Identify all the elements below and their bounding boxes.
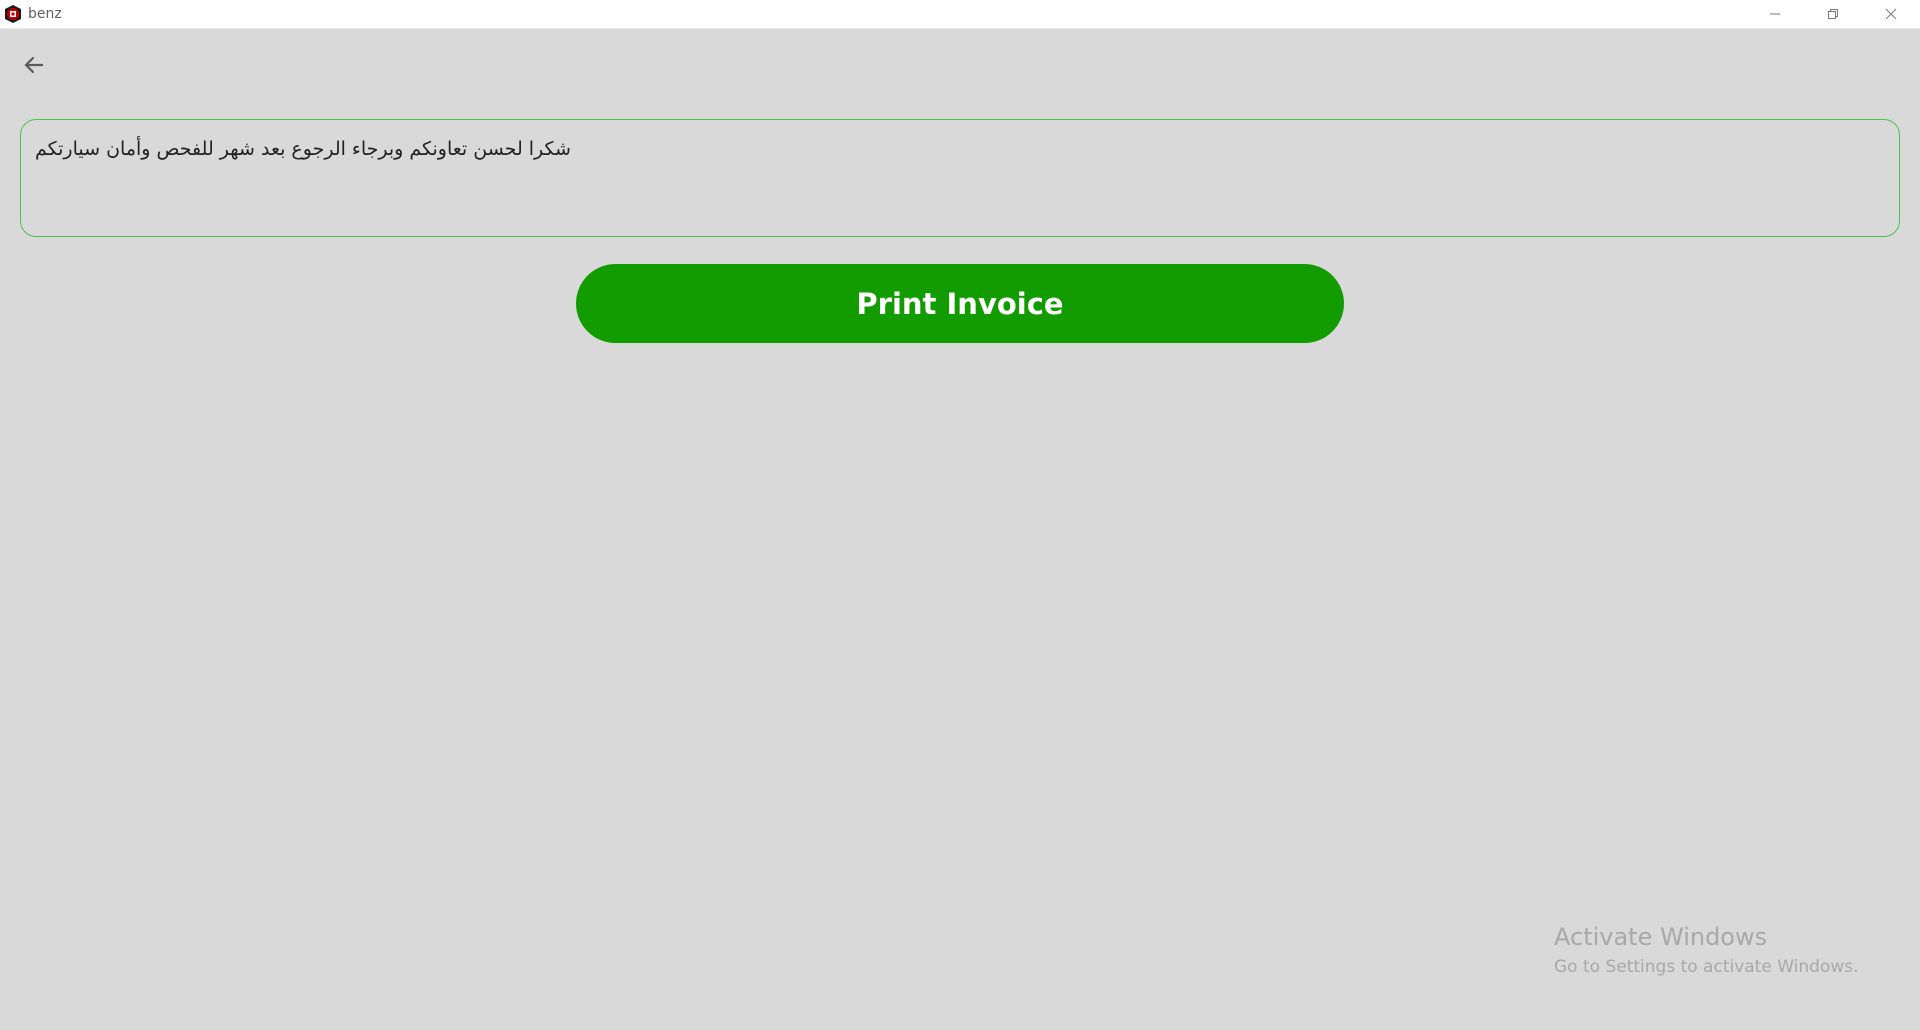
main-content: شكرا لحسن تعاونكم وبرجاء الرجوع بعد شهر …	[0, 29, 1920, 1030]
minimize-icon	[1770, 13, 1780, 15]
restore-button[interactable]	[1804, 0, 1862, 28]
window-controls	[1746, 0, 1920, 28]
invoice-message-text: شكرا لحسن تعاونكم وبرجاء الرجوع بعد شهر …	[35, 138, 571, 160]
restore-icon	[1828, 9, 1838, 19]
window-title: benz	[28, 6, 62, 22]
close-icon	[1885, 8, 1897, 20]
arrow-left-icon	[24, 56, 44, 74]
watermark-subtitle: Go to Settings to activate Windows.	[1554, 957, 1859, 977]
app-logo-icon	[3, 4, 23, 24]
minimize-button[interactable]	[1746, 0, 1804, 28]
title-bar: benz	[0, 0, 1920, 29]
watermark-title: Activate Windows	[1554, 923, 1768, 951]
print-invoice-button[interactable]: Print Invoice	[576, 264, 1344, 343]
print-invoice-label: Print Invoice	[856, 286, 1064, 321]
invoice-message-field[interactable]: شكرا لحسن تعاونكم وبرجاء الرجوع بعد شهر …	[20, 119, 1900, 237]
back-button[interactable]	[18, 49, 50, 81]
activate-windows-watermark: Activate Windows Go to Settings to activ…	[1554, 923, 1859, 977]
close-button[interactable]	[1862, 0, 1920, 28]
